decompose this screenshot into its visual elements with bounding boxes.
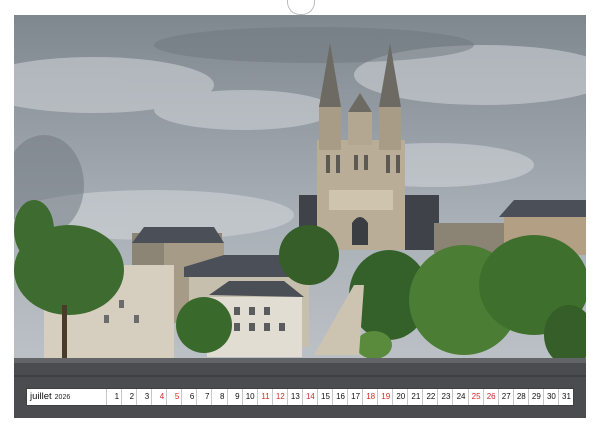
day-cell: 31 <box>557 389 573 405</box>
day-cell: 11 <box>256 389 272 405</box>
day-cell: 12 <box>271 389 287 405</box>
day-cell: 25 <box>467 389 483 405</box>
day-cell: 8 <box>211 389 226 405</box>
day-cell: 17 <box>347 389 362 405</box>
day-cell: 28 <box>512 389 528 405</box>
day-cell: 26 <box>482 389 498 405</box>
day-cell: 7 <box>196 389 211 405</box>
day-cell: 13 <box>286 389 302 405</box>
day-cell: 16 <box>331 389 347 405</box>
year-label: 2026 <box>54 394 71 401</box>
day-cell: 19 <box>377 389 392 405</box>
day-cell: 10 <box>241 389 257 405</box>
day-cell: 6 <box>181 389 196 405</box>
day-cell: 14 <box>301 389 317 405</box>
month-label: juillet 2026 <box>27 389 106 405</box>
day-cell: 2 <box>121 389 136 405</box>
month-name: juillet <box>30 391 52 402</box>
town-cathedral-photo <box>14 15 586 418</box>
day-cell: 20 <box>392 389 407 405</box>
day-cell: 30 <box>542 389 558 405</box>
day-cell: 15 <box>316 389 332 405</box>
day-cell: 27 <box>497 389 513 405</box>
day-cell: 22 <box>422 389 437 405</box>
day-cell: 24 <box>452 389 467 405</box>
day-cell: 18 <box>362 389 377 405</box>
day-cell: 4 <box>151 389 166 405</box>
calendar-strip: juillet 2026 1 2 3 4 5 6 7 8 9 10 11 12 13 14 15 16 17 18 1… <box>27 389 573 405</box>
day-cell: 29 <box>527 389 543 405</box>
day-cell: 23 <box>437 389 452 405</box>
day-cell: 9 <box>226 389 242 405</box>
day-cell: 1 <box>106 389 121 405</box>
day-cell: 3 <box>136 389 151 405</box>
day-cells: 1 2 3 4 5 6 7 8 9 10 11 12 13 14 15 16 17 18 19 20 21 22 23 24 2… <box>106 389 573 405</box>
day-cell: 5 <box>166 389 181 405</box>
calendar-photo <box>14 15 586 418</box>
day-cell: 21 <box>407 389 422 405</box>
